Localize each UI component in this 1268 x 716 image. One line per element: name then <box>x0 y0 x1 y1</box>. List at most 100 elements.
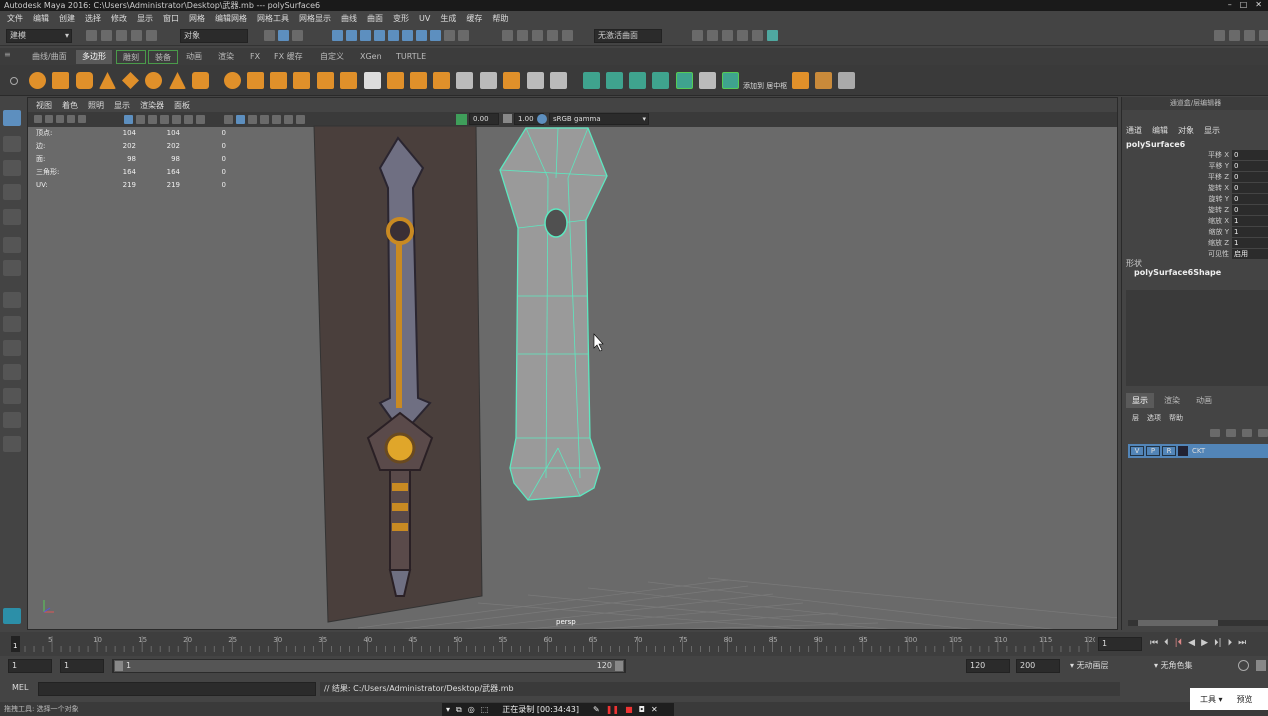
toggle-attribute-editor-icon[interactable] <box>1229 30 1240 41</box>
menu-curves[interactable]: 曲线 <box>336 11 362 26</box>
shelf-tab-polygons[interactable]: 多边形 <box>76 50 112 64</box>
mask-joint-icon[interactable] <box>346 30 357 41</box>
range-slider-thumb[interactable]: 1 120 <box>114 660 624 672</box>
playback-start-field[interactable]: 1 <box>60 659 104 673</box>
shelf-tab-curves[interactable]: 曲线/曲面 <box>26 50 73 64</box>
custom-tool-3-icon[interactable] <box>838 72 855 89</box>
camera-icon[interactable]: ◎ <box>468 705 475 714</box>
menu-mesh[interactable]: 网格 <box>184 11 210 26</box>
hypershade-icon[interactable] <box>752 30 763 41</box>
layer-row-ckt[interactable]: V P R CKT <box>1128 444 1268 458</box>
hierarchy-icon[interactable] <box>264 30 275 41</box>
scene-view[interactable] <box>28 98 1118 630</box>
menu-create[interactable]: 创建 <box>54 11 80 26</box>
sword-mesh-polysurface6[interactable] <box>499 127 608 501</box>
menu-uv[interactable]: UV <box>414 11 435 26</box>
custom-tool-icon[interactable] <box>792 72 809 89</box>
poly-pipe-icon[interactable] <box>192 72 209 89</box>
time-ruler[interactable]: 5 10 15 20 25 30 35 40 45 50 55 60 65 70 75 80 85 90 95 100… <box>0 632 1095 656</box>
side-by-side-icon[interactable] <box>3 340 21 356</box>
lock-icon[interactable] <box>444 30 455 41</box>
go-to-end-icon[interactable]: ⏭ <box>1238 638 1246 648</box>
poly-cube-icon[interactable] <box>52 72 69 89</box>
combine-icon[interactable] <box>224 72 241 89</box>
layer-menu-layers[interactable]: 层 <box>1132 413 1139 423</box>
single-view-icon[interactable] <box>3 292 21 308</box>
shelf-tab-sculpt[interactable]: 雕刻 <box>116 50 146 64</box>
attr-rotate-x[interactable]: 旋转 X0 <box>1202 183 1268 193</box>
dropdown-icon[interactable]: ▾ <box>446 705 450 714</box>
undo-icon[interactable] <box>131 30 142 41</box>
pause-icon[interactable]: ❚❚ <box>606 705 619 714</box>
mask-dynamic-icon[interactable] <box>402 30 413 41</box>
attr-value[interactable]: 0 <box>1232 150 1268 160</box>
bevel-icon[interactable] <box>456 72 473 89</box>
mask-deform-icon[interactable] <box>388 30 399 41</box>
unfold-icon[interactable] <box>722 72 739 89</box>
attr-translate-y[interactable]: 平移 Y0 <box>1202 161 1268 171</box>
channel-menu-show[interactable]: 显示 <box>1204 125 1220 136</box>
stop-icon[interactable]: ■ <box>625 705 633 714</box>
outliner-icon[interactable] <box>3 412 21 428</box>
cylindrical-map-icon[interactable] <box>629 72 646 89</box>
close-icon[interactable]: ✕ <box>1255 0 1262 11</box>
sculpt-icon[interactable] <box>387 72 404 89</box>
planar-map-icon[interactable] <box>606 72 623 89</box>
merge-icon[interactable] <box>527 72 544 89</box>
layer-playback-toggle[interactable]: P <box>1146 446 1160 456</box>
shelf-menu-icon[interactable]: ≡ <box>4 50 14 63</box>
attr-scale-x[interactable]: 缩放 X1 <box>1202 216 1268 226</box>
snap-view-icon[interactable] <box>547 30 558 41</box>
center-pivot-label[interactable]: 添加到 居中枢 <box>743 81 787 91</box>
object-name[interactable]: polySurface6 <box>1126 140 1185 149</box>
four-view-icon[interactable] <box>3 316 21 332</box>
collapse-icon[interactable] <box>550 72 567 89</box>
attr-value[interactable]: 0 <box>1232 194 1268 204</box>
live-surface-field[interactable]: 无激活曲面 <box>594 29 662 43</box>
save-scene-icon[interactable] <box>116 30 127 41</box>
separate-icon[interactable] <box>247 72 264 89</box>
attr-value[interactable]: 0 <box>1232 183 1268 193</box>
layer-tab-anim[interactable]: 动画 <box>1190 393 1218 408</box>
shape-name[interactable]: polySurface6Shape <box>1134 268 1221 277</box>
new-layer-selected-icon[interactable] <box>1258 429 1268 437</box>
ipr-render-icon[interactable] <box>722 30 733 41</box>
minimize-icon[interactable]: – <box>1228 0 1232 11</box>
play-forward-icon[interactable]: ▶ <box>1201 638 1208 648</box>
render-frame-icon[interactable] <box>707 30 718 41</box>
scrollbar-thumb[interactable] <box>1138 620 1218 626</box>
menu-select[interactable]: 选择 <box>80 11 106 26</box>
layer-tab-display[interactable]: 显示 <box>1126 393 1154 408</box>
region-icon[interactable]: ⬚ <box>481 705 489 714</box>
viewport-persp[interactable]: 视图 着色 照明 显示 渲染器 面板 0.00 1.00 sRGB gamma … <box>27 97 1118 630</box>
preview-button[interactable]: 预览 <box>1237 694 1253 705</box>
poly-pyramid-icon[interactable] <box>169 72 186 89</box>
auto-map-icon[interactable] <box>676 72 693 89</box>
move-layer-down-icon[interactable] <box>1226 429 1236 437</box>
pen-icon[interactable]: ✎ <box>593 705 600 714</box>
menu-file[interactable]: 文件 <box>2 11 28 26</box>
open-scene-icon[interactable] <box>101 30 112 41</box>
menu-edit-mesh[interactable]: 编辑网格 <box>210 11 252 26</box>
mask-misc-icon[interactable] <box>430 30 441 41</box>
maximize-icon[interactable]: □ <box>1240 0 1248 11</box>
highlight-icon[interactable] <box>458 30 469 41</box>
fill-hole-icon[interactable] <box>503 72 520 89</box>
redo-icon[interactable] <box>146 30 157 41</box>
toggle-tool-settings-icon[interactable] <box>1244 30 1255 41</box>
auto-key-icon[interactable] <box>1238 660 1249 671</box>
layer-color-swatch[interactable] <box>1178 446 1188 456</box>
attr-translate-x[interactable]: 平移 X0 <box>1202 150 1268 160</box>
attr-translate-z[interactable]: 平移 Z0 <box>1202 172 1268 182</box>
script-language-label[interactable]: MEL <box>12 683 28 692</box>
selection-mode-dropdown[interactable]: 对象 <box>180 29 248 43</box>
layer-visibility-toggle[interactable]: V <box>1130 446 1144 456</box>
character-set-dropdown[interactable]: ▾ 无角色集 <box>1154 659 1234 673</box>
last-tool-icon[interactable] <box>3 260 21 276</box>
screenshot-icon[interactable]: ◘ <box>639 705 645 714</box>
range-handle-right[interactable] <box>615 661 623 671</box>
mask-surface-icon[interactable] <box>374 30 385 41</box>
layer-name[interactable]: CKT <box>1190 447 1205 455</box>
layer-reference-toggle[interactable]: R <box>1162 446 1176 456</box>
attr-visibility[interactable]: 可见性 启用 <box>1202 249 1268 259</box>
